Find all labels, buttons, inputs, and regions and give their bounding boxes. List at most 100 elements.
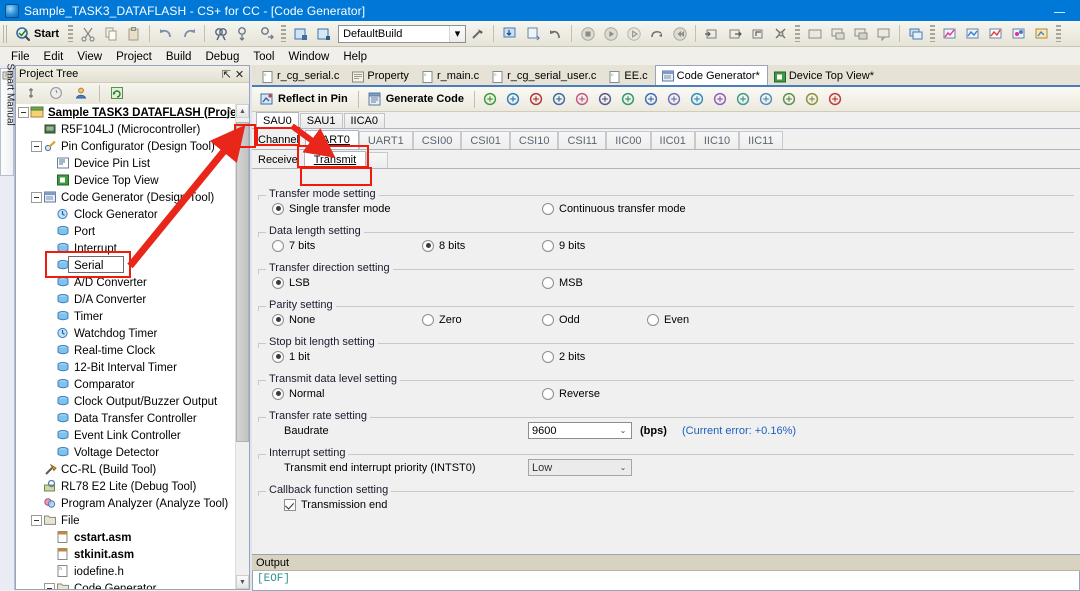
build-project-button[interactable] [290, 23, 311, 44]
radio-reverse[interactable]: Reverse [542, 387, 600, 400]
menu-window[interactable]: Window [281, 50, 336, 64]
tree-item-voltage-detector[interactable]: Voltage Detector [16, 444, 249, 461]
channel-tab-iic00[interactable]: IIC00 [606, 131, 651, 149]
restart-button[interactable] [623, 23, 644, 44]
step-back-button[interactable] [545, 23, 566, 44]
direction-tab-transmit[interactable]: Transmit [303, 151, 367, 168]
paste-button[interactable] [123, 23, 144, 44]
comparator-button[interactable] [710, 89, 731, 110]
undo-button[interactable] [155, 23, 176, 44]
radio-indicator[interactable] [542, 239, 554, 252]
interrupt-button[interactable] [526, 89, 547, 110]
channel-tab-csi01[interactable]: CSI01 [461, 131, 510, 149]
profile-button[interactable] [985, 23, 1006, 44]
radio-8-bits[interactable]: 8 bits [422, 239, 465, 252]
build-settings-button[interactable] [467, 23, 488, 44]
radio-indicator[interactable] [542, 202, 554, 215]
watch-window-button[interactable] [827, 23, 848, 44]
chevron-down-icon[interactable]: ⌄ [615, 460, 631, 475]
radio-indicator[interactable] [272, 202, 284, 215]
channel-tab-csi11[interactable]: CSI11 [558, 131, 607, 149]
tree-item-serial[interactable]: Serial [16, 257, 249, 274]
radio-normal[interactable]: Normal [272, 387, 324, 400]
tree-item-cc-rl-build-tool[interactable]: CC-RL (Build Tool) [16, 461, 249, 478]
expander-toggle-icon[interactable] [31, 141, 42, 152]
radio-indicator[interactable] [647, 313, 659, 326]
chevron-down-icon[interactable]: ⌄ [615, 423, 631, 438]
document-tab-ee-c[interactable]: c EE.c [603, 67, 654, 85]
serial-button[interactable] [549, 89, 570, 110]
interval-timer-button[interactable] [687, 89, 708, 110]
channel-tab-csi10[interactable]: CSI10 [509, 131, 559, 149]
radio-9-bits[interactable]: 9 bits [542, 239, 585, 252]
step-over-button[interactable] [646, 23, 667, 44]
radio-2-bits[interactable]: 2 bits [542, 350, 585, 363]
tree-item-clock-output-buzzer-output[interactable]: Clock Output/Buzzer Output [16, 393, 249, 410]
radio-none[interactable]: None [272, 313, 315, 326]
cut-button[interactable] [77, 23, 98, 44]
channel-tab-uart0[interactable]: UART0 [304, 130, 359, 149]
pin-icon[interactable]: ⇱ [220, 68, 233, 81]
callstack-button[interactable] [850, 23, 871, 44]
checkbox-indicator[interactable] [284, 498, 296, 511]
expander-toggle-icon[interactable] [31, 515, 42, 526]
tree-item-interrupt[interactable]: Interrupt [16, 240, 249, 257]
tree-item-d-a-converter[interactable]: D/A Converter [16, 291, 249, 308]
tree-item-timer[interactable]: Timer [16, 308, 249, 325]
user-button[interactable] [71, 83, 92, 104]
dtc-button[interactable] [779, 89, 800, 110]
expander-toggle-icon[interactable] [31, 192, 42, 203]
rtc-button[interactable] [664, 89, 685, 110]
menu-build[interactable]: Build [159, 50, 199, 64]
rewind-button[interactable] [669, 23, 690, 44]
tree-item-data-transfer-controller[interactable]: Data Transfer Controller [16, 410, 249, 427]
project-tree-scrollbar[interactable]: ▲ ▼ [235, 104, 249, 589]
tree-item-sample-task3-dataflash-projec[interactable]: Sample TASK3 DATAFLASH (Projec ⌃ [16, 104, 249, 121]
rebuild-project-button[interactable] [313, 23, 334, 44]
reflect-in-pin-button[interactable]: Reflect in Pin [256, 89, 353, 110]
sau-tab-sau1[interactable]: SAU1 [299, 113, 343, 128]
radio-indicator[interactable] [422, 239, 434, 252]
menu-tool[interactable]: Tool [246, 50, 281, 64]
scroll-up-button[interactable]: ▲ [236, 104, 249, 118]
tree-item-code-generator-design-tool[interactable]: Code Generator (Design Tool) [16, 189, 249, 206]
document-tab-r-cg-serial-user-c[interactable]: c r_cg_serial_user.c [486, 67, 603, 85]
radio-indicator[interactable] [542, 313, 554, 326]
buzzer-button[interactable] [756, 89, 777, 110]
output-pane-content[interactable]: [EOF] [252, 571, 1080, 591]
toolbar-overflow-handle-3[interactable] [795, 25, 801, 42]
channel-tab-uart1[interactable]: UART1 [358, 131, 413, 149]
tree-item-real-time-clock[interactable]: Real-time Clock [16, 342, 249, 359]
menu-debug[interactable]: Debug [198, 50, 246, 64]
tree-item-event-link-controller[interactable]: Event Link Controller [16, 427, 249, 444]
tree-item-comparator[interactable]: Comparator [16, 376, 249, 393]
radio-msb[interactable]: MSB [542, 276, 583, 289]
redo-button[interactable] [178, 23, 199, 44]
radio-even[interactable]: Even [647, 313, 689, 326]
help-button[interactable] [46, 83, 67, 104]
generate-code-button[interactable]: Generate Code [364, 89, 469, 110]
step-in-button[interactable] [701, 23, 722, 44]
tree-item-device-pin-list[interactable]: Device Pin List [16, 155, 249, 172]
radio-indicator[interactable] [272, 239, 284, 252]
watchdog-button[interactable] [641, 89, 662, 110]
clock-output-button[interactable] [733, 89, 754, 110]
select-transmit-end-interrupt-priority-intst0[interactable]: Low ⌄ [528, 459, 632, 476]
radio-lsb[interactable]: LSB [272, 276, 310, 289]
sau-tab-sau0[interactable]: SAU0 [256, 112, 299, 128]
document-tab-device-top-view[interactable]: Device Top View* [768, 67, 881, 85]
tree-item-pin-configurator-design-tool[interactable]: Pin Configurator (Design Tool) [16, 138, 249, 155]
tree-item-program-analyzer-analyze-tool[interactable]: Program Analyzer (Analyze Tool) [16, 495, 249, 512]
radio-indicator[interactable] [272, 350, 284, 363]
voltage-detector-button[interactable] [825, 89, 846, 110]
select-baudrate[interactable]: 9600 ⌄ [528, 422, 632, 439]
scroll-down-button[interactable]: ▼ [236, 575, 249, 589]
tree-item-clock-generator[interactable]: Clock Generator [16, 206, 249, 223]
radio-indicator[interactable] [542, 350, 554, 363]
toolbar-grip[interactable] [3, 24, 8, 43]
radio-indicator[interactable] [272, 387, 284, 400]
tree-item-12-bit-interval-timer[interactable]: 12-Bit Interval Timer [16, 359, 249, 376]
go-button[interactable] [600, 23, 621, 44]
step-out-button[interactable] [724, 23, 745, 44]
radio-zero[interactable]: Zero [422, 313, 462, 326]
